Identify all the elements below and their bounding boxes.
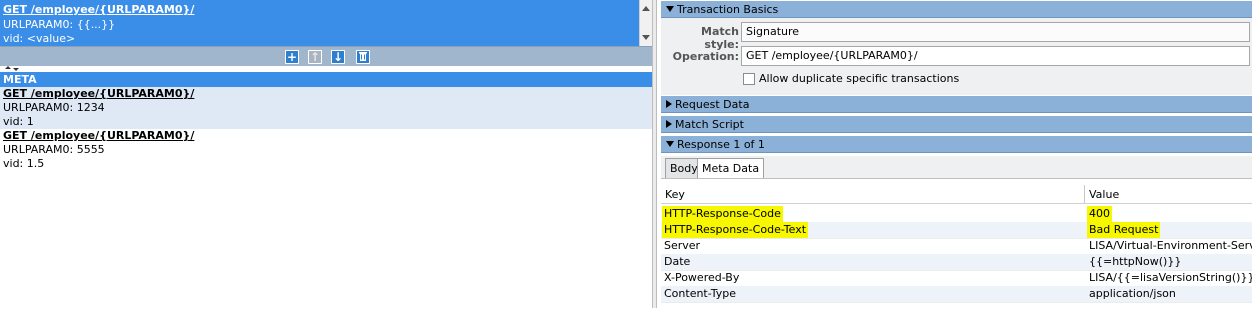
section-label: Match Script — [675, 118, 744, 131]
scroll-down-icon[interactable] — [642, 35, 650, 40]
row-value: Bad Request — [1087, 222, 1161, 238]
entry-param: URLPARAM0: 5555 — [3, 143, 105, 156]
arrow-up-icon[interactable]: ↑ — [308, 50, 322, 64]
section-transaction-basics[interactable]: Transaction Basics — [661, 1, 1252, 18]
operation-field[interactable]: GET /employee/{URLPARAM0}/ — [741, 46, 1250, 66]
list-item[interactable]: GET /employee/{URLPARAM0}/ URLPARAM0: 55… — [0, 129, 652, 171]
row-key: Date — [664, 255, 691, 268]
row-key: Server — [664, 239, 701, 252]
triangle-right-icon — [666, 120, 672, 128]
plus-icon[interactable]: + — [285, 50, 299, 64]
operation-label: Operation: — [672, 50, 739, 63]
triangle-down-icon — [666, 141, 674, 147]
section-match-script[interactable]: Match Script — [661, 116, 1252, 133]
tab-meta-data[interactable]: Meta Data — [697, 158, 765, 179]
section-label: Request Data — [675, 98, 750, 111]
table-row[interactable]: Server LISA/Virtual-Environment-Server — [661, 238, 1252, 255]
row-value: {{=httpNow()}} — [1089, 255, 1182, 268]
meta-data-table: Key Value HTTP-Response-Code 400 HTTP-Re… — [661, 178, 1252, 309]
section-label: Transaction Basics — [677, 3, 779, 16]
match-style-select[interactable]: Signature — [741, 22, 1250, 42]
transaction-editor: Transaction Basics Match style: Signatur… — [657, 0, 1252, 309]
row-key: HTTP-Response-Code-Text — [662, 222, 809, 238]
collapse-down-icon[interactable] — [13, 68, 19, 71]
table-header: Key Value — [661, 185, 1252, 204]
trash-icon[interactable] — [356, 50, 370, 64]
transaction-param: URLPARAM0: {{...}} — [3, 18, 116, 31]
entry-vid: vid: 1.5 — [3, 157, 45, 170]
triangle-right-icon — [666, 100, 672, 108]
row-value: 400 — [1087, 206, 1112, 222]
match-style-label: Match style: — [701, 25, 739, 51]
response-tabs: Body Meta Data — [661, 156, 1252, 179]
table-row[interactable]: HTTP-Response-Code 400 — [661, 206, 1252, 223]
row-key: HTTP-Response-Code — [662, 206, 783, 222]
row-value: application/json — [1089, 287, 1176, 300]
section-request-data[interactable]: Request Data — [661, 96, 1252, 113]
transaction-basics-panel: Match style: Signature Operation: GET /e… — [661, 18, 1252, 95]
scroll-up-icon[interactable] — [642, 6, 650, 11]
entry-vid: vid: 1 — [3, 115, 34, 128]
table-row[interactable]: Date {{=httpNow()}} — [661, 254, 1252, 271]
transaction-list-selected[interactable]: GET /employee/{URLPARAM0}/ URLPARAM0: {{… — [0, 0, 652, 46]
transaction-vid: vid: <value> — [3, 32, 76, 45]
table-row[interactable]: HTTP-Response-Code-Text Bad Request — [661, 222, 1252, 239]
entry-title[interactable]: GET /employee/{URLPARAM0}/ — [3, 129, 652, 143]
allow-duplicates-label: Allow duplicate specific transactions — [759, 72, 960, 85]
column-header-key[interactable]: Key — [665, 188, 685, 201]
arrow-down-icon[interactable]: ↓ — [331, 50, 345, 64]
section-label: Response 1 of 1 — [677, 138, 765, 151]
column-separator[interactable] — [1084, 185, 1085, 203]
row-key: Content-Type — [664, 287, 736, 300]
table-row[interactable]: Content-Type application/json — [661, 286, 1252, 303]
row-key: X-Powered-By — [664, 271, 740, 284]
list-item[interactable]: GET /employee/{URLPARAM0}/ URLPARAM0: 12… — [0, 87, 652, 129]
transaction-title[interactable]: GET /employee/{URLPARAM0}/ — [3, 3, 194, 16]
collapse-up-icon[interactable] — [5, 66, 11, 69]
row-value: LISA/Virtual-Environment-Server — [1089, 239, 1252, 252]
triangle-down-icon — [666, 6, 674, 12]
entry-title[interactable]: GET /employee/{URLPARAM0}/ — [3, 87, 652, 101]
allow-duplicates-checkbox[interactable] — [743, 73, 755, 85]
entry-param: URLPARAM0: 1234 — [3, 101, 105, 114]
column-header-value[interactable]: Value — [1089, 188, 1119, 201]
section-response[interactable]: Response 1 of 1 — [661, 136, 1252, 153]
meta-header[interactable]: META — [0, 72, 652, 87]
list-scrollbar[interactable] — [639, 0, 652, 46]
list-toolbar: + ↑ ↓ — [0, 46, 652, 66]
row-value: LISA/{{=lisaVersionString()}} — [1089, 271, 1252, 284]
table-row[interactable]: X-Powered-By LISA/{{=lisaVersionString()… — [661, 270, 1252, 287]
